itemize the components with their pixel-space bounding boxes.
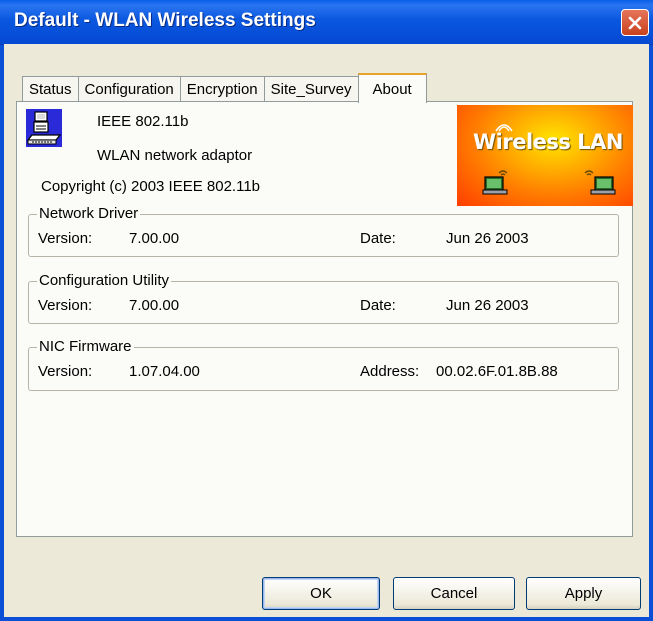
ok-button[interactable]: OK: [262, 577, 380, 610]
dialog-client-area: Status Configuration Encryption Site_Sur…: [4, 44, 649, 617]
apply-button[interactable]: Apply: [526, 577, 641, 610]
utility-version-label: Version:: [38, 297, 93, 314]
mac-address-label: Address:: [360, 363, 420, 380]
driver-date-label: Date:: [360, 230, 396, 247]
tab-strip: Status Configuration Encryption Site_Sur…: [22, 72, 427, 103]
product-description: WLAN network adaptor: [97, 147, 253, 164]
tab-about[interactable]: About: [357, 73, 427, 103]
tab-encryption[interactable]: Encryption: [179, 76, 265, 102]
network-adaptor-icon: [26, 109, 62, 147]
close-icon: [628, 16, 642, 29]
utility-date-label: Date:: [360, 297, 396, 314]
network-driver-title: Network Driver: [37, 205, 141, 222]
cancel-button[interactable]: Cancel: [393, 577, 515, 610]
utility-date-value: Jun 26 2003: [446, 297, 529, 314]
driver-version-label: Version:: [38, 230, 93, 247]
wireless-lan-banner: Wireless LAN: [457, 105, 633, 206]
network-driver-group: Network Driver Version: 7.00.00 Date: Ju…: [28, 205, 619, 257]
config-utility-group: Configuration Utility Version: 7.00.00 D…: [28, 272, 619, 324]
config-utility-title: Configuration Utility: [37, 272, 172, 289]
driver-version-value: 7.00.00: [129, 230, 180, 247]
title-bar[interactable]: Default - WLAN Wireless Settings: [0, 0, 653, 45]
mac-address-value: 00.02.6F.01.8B.88: [436, 363, 558, 380]
tab-configuration[interactable]: Configuration: [77, 76, 181, 102]
product-name: IEEE 802.11b: [97, 113, 189, 130]
utility-version-value: 7.00.00: [129, 297, 180, 314]
driver-date-value: Jun 26 2003: [446, 230, 529, 247]
copyright-text: Copyright (c) 2003 IEEE 802.11b: [41, 178, 261, 195]
window-title: Default - WLAN Wireless Settings: [14, 10, 316, 31]
tab-site-survey[interactable]: Site_Survey: [263, 76, 359, 102]
wireless-laptop-icon: [482, 170, 508, 195]
wireless-laptop-icon: [584, 170, 616, 195]
firmware-version-label: Version:: [38, 363, 93, 380]
dialog-window: Default - WLAN Wireless Settings Status …: [0, 0, 653, 621]
nic-firmware-group: NIC Firmware Version: 1.07.04.00 Address…: [28, 338, 619, 391]
firmware-version-value: 1.07.04.00: [129, 363, 200, 380]
nic-firmware-title: NIC Firmware: [37, 338, 134, 355]
close-button[interactable]: [621, 9, 649, 36]
banner-title: Wireless LAN: [473, 130, 623, 154]
tab-status[interactable]: Status: [22, 76, 79, 102]
